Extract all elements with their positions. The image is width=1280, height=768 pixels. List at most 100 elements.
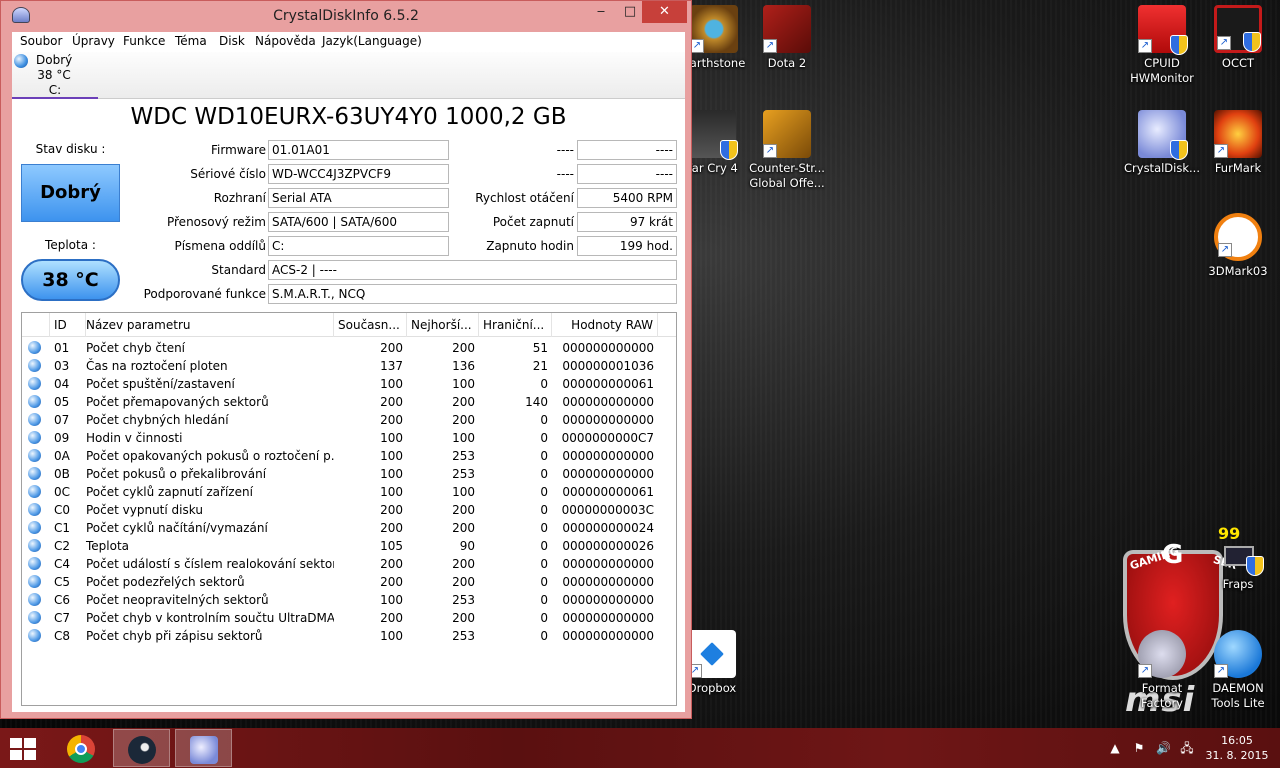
header-threshold[interactable]: Hraniční... bbox=[479, 313, 552, 337]
cell-raw-value: 000000000000 bbox=[562, 611, 654, 625]
table-row[interactable]: C1 Počet cyklů načítání/vymazání 200 200 0 00… bbox=[22, 519, 676, 537]
desktop-icon-label: Dota 2 bbox=[767, 56, 807, 70]
desktop-icon-dota2[interactable]: ↗ Dota 2 bbox=[749, 5, 825, 71]
health-status-dot-icon bbox=[14, 54, 28, 68]
volume-icon[interactable]: 🔊 bbox=[1156, 741, 1171, 755]
blank-label-1: ---- bbox=[556, 143, 574, 157]
cell-worst: 200 bbox=[452, 557, 475, 571]
cell-threshold: 0 bbox=[540, 431, 548, 445]
standard-value: ACS-2 | ---- bbox=[268, 260, 677, 280]
header-worst[interactable]: Nejhorší... bbox=[407, 313, 479, 337]
health-status-dot-icon bbox=[28, 467, 41, 480]
close-button[interactable]: ✕ bbox=[642, 1, 687, 23]
table-row[interactable]: 01 Počet chyb čtení 200 200 51 000000000000 bbox=[22, 339, 676, 357]
cell-current: 200 bbox=[380, 575, 403, 589]
table-row[interactable]: 04 Počet spuštění/zastavení 100 100 0 0000000… bbox=[22, 375, 676, 393]
menu-jazyk[interactable]: Jazyk(Language) bbox=[322, 34, 422, 48]
action-center-flag-icon[interactable]: ⚑ bbox=[1132, 741, 1146, 755]
table-row[interactable]: C0 Počet vypnutí disku 200 200 0 00000000003C bbox=[22, 501, 676, 519]
table-row[interactable]: 0A Počet opakovaných pokusů o roztočení p… bbox=[22, 447, 676, 465]
desktop-icon-label: Fraps bbox=[1222, 577, 1254, 591]
table-row[interactable]: C7 Počet chyb v kontrolním součtu UltraDM… bbox=[22, 609, 676, 627]
shortcut-arrow-icon: ↗ bbox=[1218, 243, 1232, 257]
smart-attributes-table[interactable]: ID Název parametru Současn... Nejhorší..… bbox=[21, 312, 677, 706]
taskbar-chrome[interactable] bbox=[53, 729, 110, 767]
chrome-center-icon bbox=[75, 743, 87, 755]
menu-disk[interactable]: Disk bbox=[219, 34, 245, 48]
blank-value-1: ---- bbox=[577, 140, 677, 160]
uac-shield-icon bbox=[720, 140, 738, 160]
header-raw-values[interactable]: Hodnoty RAW bbox=[552, 313, 658, 337]
taskbar-steam[interactable] bbox=[113, 729, 170, 767]
cell-raw-value: 000000000026 bbox=[562, 539, 654, 553]
cell-attribute-name: Počet chyb v kontrolním součtu UltraDMA bbox=[86, 611, 334, 625]
title-bar[interactable]: CrystalDiskInfo 6.5.2 ‒ □ ✕ bbox=[1, 1, 691, 31]
cell-current: 100 bbox=[380, 467, 403, 481]
cell-raw-value: 000000000000 bbox=[562, 467, 654, 481]
desktop-icon-csgo[interactable]: ↗ Counter-Str... Global Offe... bbox=[749, 110, 825, 191]
cell-current: 200 bbox=[380, 413, 403, 427]
menu-soubor[interactable]: Soubor bbox=[20, 34, 62, 48]
table-row[interactable]: 05 Počet přemapovaných sektorů 200 200 140 00… bbox=[22, 393, 676, 411]
cell-attribute-name: Počet vypnutí disku bbox=[86, 503, 203, 517]
start-button[interactable] bbox=[10, 738, 38, 760]
table-row[interactable]: 09 Hodin v činnosti 100 100 0 0000000000C7 bbox=[22, 429, 676, 447]
msi-g-letter: G bbox=[1162, 540, 1184, 570]
power-on-hours-value: 199 hod. bbox=[577, 236, 677, 256]
menu-upravy[interactable]: Úpravy bbox=[72, 34, 115, 48]
table-row[interactable]: 0B Počet pokusů o překalibrování 100 253 0 00… bbox=[22, 465, 676, 483]
drive-tab-temperature: 38 °C bbox=[37, 68, 71, 82]
menu-tema[interactable]: Téma bbox=[175, 34, 207, 48]
health-status-button[interactable]: Dobrý bbox=[21, 164, 120, 222]
table-row[interactable]: C2 Teplota 105 90 0 000000000026 bbox=[22, 537, 676, 555]
dropbox-icon: ↗ bbox=[688, 630, 736, 678]
table-row[interactable]: C5 Počet podezřelých sektorů 200 200 0 000000… bbox=[22, 573, 676, 591]
table-row[interactable]: C4 Počet událostí s číslem realokování se… bbox=[22, 555, 676, 573]
menu-napoveda[interactable]: Nápověda bbox=[255, 34, 316, 48]
drive-letters-value: C: bbox=[268, 236, 449, 256]
health-status-dot-icon bbox=[28, 449, 41, 462]
minimize-button[interactable]: ‒ bbox=[586, 1, 616, 23]
cell-threshold: 0 bbox=[540, 467, 548, 481]
cell-id: 09 bbox=[54, 431, 70, 445]
temperature-badge: 38 °C bbox=[21, 259, 120, 301]
header-status-column[interactable] bbox=[22, 313, 50, 337]
desktop-icon-crystaldisk[interactable]: CrystalDisk... bbox=[1124, 110, 1200, 176]
desktop-icon-formatfactory[interactable]: ↗ Format Factory bbox=[1124, 630, 1200, 711]
menu-funkce[interactable]: Funkce bbox=[123, 34, 165, 48]
rotation-speed-value: 5400 RPM bbox=[577, 188, 677, 208]
network-icon[interactable]: 🖧 bbox=[1180, 741, 1194, 755]
uac-shield-icon bbox=[1243, 32, 1261, 52]
table-row[interactable]: C6 Počet neopravitelných sektorů 100 253 0 00… bbox=[22, 591, 676, 609]
taskbar-clock[interactable]: 16:05 31. 8. 2015 bbox=[1204, 733, 1270, 763]
desktop-icon-furmark[interactable]: ↗ FurMark bbox=[1200, 110, 1276, 176]
cell-attribute-name: Čas na roztočení ploten bbox=[86, 359, 228, 373]
desktop-icon-cpuid[interactable]: ↗ CPUID HWMonitor bbox=[1124, 5, 1200, 86]
firmware-label: Firmware bbox=[211, 143, 266, 157]
drive-tab-c[interactable]: Dobrý 38 °C C: bbox=[12, 52, 98, 99]
header-id[interactable]: ID bbox=[50, 313, 86, 337]
header-current[interactable]: Současn... bbox=[334, 313, 407, 337]
health-status-dot-icon bbox=[28, 485, 41, 498]
cell-worst: 100 bbox=[452, 485, 475, 499]
table-row[interactable]: 0C Počet cyklů zapnutí zařízení 100 100 0 000… bbox=[22, 483, 676, 501]
desktop-icon-daemon[interactable]: ↗ DAEMON Tools Lite bbox=[1200, 630, 1276, 711]
serial-value: WD-WCC4J3ZPVCF9 bbox=[268, 164, 449, 184]
temperature-label: Teplota : bbox=[45, 238, 96, 252]
maximize-button[interactable]: □ bbox=[615, 1, 645, 23]
table-row[interactable]: 07 Počet chybných hledání 200 200 0 000000000… bbox=[22, 411, 676, 429]
taskbar-crystaldiskinfo[interactable] bbox=[175, 729, 232, 767]
cell-attribute-name: Počet přemapovaných sektorů bbox=[86, 395, 269, 409]
table-row[interactable]: C8 Počet chyb při zápisu sektorů 100 253 0 00… bbox=[22, 627, 676, 645]
interface-value: Serial ATA bbox=[268, 188, 449, 208]
header-attribute-name[interactable]: Název parametru bbox=[82, 313, 334, 337]
desktop-icon-3dmark[interactable]: ↗ 3DMark03 bbox=[1200, 213, 1276, 279]
cell-id: 04 bbox=[54, 377, 70, 391]
drive-tab-letter: C: bbox=[48, 83, 62, 97]
show-hidden-icons-chevron-icon[interactable]: ▲ bbox=[1108, 741, 1122, 755]
table-row[interactable]: 03 Čas na roztočení ploten 137 136 21 0000000… bbox=[22, 357, 676, 375]
health-status-dot-icon bbox=[28, 593, 41, 606]
desktop-icon-fraps[interactable]: 99 Fraps bbox=[1200, 526, 1276, 592]
desktop-icon-occt[interactable]: ↗ OCCT bbox=[1200, 5, 1276, 71]
cell-current: 100 bbox=[380, 593, 403, 607]
